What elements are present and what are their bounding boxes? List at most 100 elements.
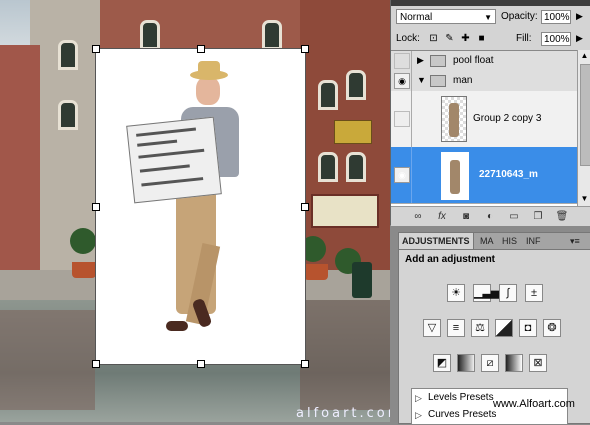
- window: [318, 152, 338, 182]
- layers-scrollbar[interactable]: ▲ ▼: [577, 50, 590, 206]
- fx-icon[interactable]: fx: [435, 210, 449, 223]
- planter: [304, 264, 328, 280]
- lock-position-icon[interactable]: ✚: [460, 33, 471, 44]
- layers-tab-bar[interactable]: [391, 0, 590, 6]
- shop-sign: [334, 120, 372, 144]
- tab-info[interactable]: INF: [523, 233, 544, 249]
- esser-bros-sign: [311, 194, 379, 228]
- channel-mixer-icon[interactable]: ❂: [543, 319, 561, 337]
- blend-row: Normal ▼ Opacity: 100% ▶: [396, 9, 590, 27]
- exposure-icon[interactable]: ±: [525, 284, 543, 302]
- layers-list: ▶ pool float ◉ ▼ man Group 2 copy 3 ◉ 22…: [391, 50, 577, 207]
- window: [58, 40, 78, 70]
- window: [346, 152, 366, 182]
- adjustments-panel: ADJUSTMENTS MA HIS INF ▾≡ Add an adjustm…: [398, 232, 590, 425]
- transform-handle[interactable]: [301, 203, 309, 211]
- link-icon[interactable]: ∞: [411, 210, 425, 223]
- levels-icon[interactable]: ▁▃▅: [473, 284, 499, 302]
- man-head: [196, 77, 220, 105]
- layer-name: pool float: [453, 55, 494, 66]
- layer-thumbnail: [441, 96, 467, 142]
- lock-label: Lock:: [396, 33, 420, 44]
- adjustments-tab-bar: ADJUSTMENTS MA HIS INF ▾≡: [399, 233, 590, 250]
- folder-icon: [430, 55, 446, 67]
- canvas-watermark: alfoart.com: [296, 406, 390, 421]
- fill-slider-arrow-icon[interactable]: ▶: [576, 33, 583, 44]
- man-photo-layer[interactable]: [92, 45, 309, 368]
- blend-mode-select[interactable]: Normal ▼: [396, 9, 496, 24]
- window: [346, 70, 366, 100]
- chevron-down-icon: ▼: [484, 13, 492, 22]
- expand-arrow-icon[interactable]: ▶: [417, 55, 424, 66]
- layer-row-man[interactable]: ◉ ▼ man: [391, 71, 577, 92]
- expand-arrow-icon[interactable]: ▷: [415, 407, 422, 423]
- transform-handle[interactable]: [197, 45, 205, 53]
- layer-name: Group 2 copy 3: [473, 113, 542, 124]
- layer-row-22710643-m[interactable]: ◉ 22710643_m: [391, 147, 577, 204]
- posterize-icon[interactable]: [457, 354, 475, 372]
- scroll-up-icon[interactable]: ▲: [579, 51, 590, 61]
- eye-icon[interactable]: ◉: [394, 167, 410, 183]
- shrub: [70, 228, 96, 254]
- layer-row-pool-float[interactable]: ▶ pool float: [391, 51, 577, 72]
- layer-thumbnail: [441, 152, 469, 200]
- layers-footer: ∞ fx ◙ ◐ ▭ ❐ 🗑: [391, 206, 590, 226]
- tab-masks[interactable]: MA: [477, 233, 497, 249]
- transform-handle[interactable]: [301, 45, 309, 53]
- new-group-icon[interactable]: ▭: [507, 210, 521, 223]
- tab-history[interactable]: HIS: [499, 233, 520, 249]
- blend-mode-value: Normal: [400, 12, 433, 23]
- visibility-toggle-empty[interactable]: [394, 111, 410, 127]
- trash-icon[interactable]: 🗑: [555, 210, 569, 223]
- opacity-slider-arrow-icon[interactable]: ▶: [576, 11, 583, 22]
- preset-label: Curves Presets: [428, 409, 497, 420]
- curves-icon[interactable]: ∫: [499, 284, 517, 302]
- adjustment-layer-icon[interactable]: ◐: [483, 210, 497, 223]
- window: [262, 20, 282, 50]
- scroll-thumb[interactable]: [580, 64, 590, 166]
- visibility-toggle-empty[interactable]: [394, 53, 410, 69]
- window: [318, 80, 338, 110]
- lock-all-icon[interactable]: ■: [476, 33, 487, 44]
- panel-menu-icon[interactable]: ▾≡: [567, 233, 583, 249]
- lock-brush-icon[interactable]: ✎: [444, 33, 455, 44]
- transform-handle[interactable]: [197, 360, 205, 368]
- tab-adjustments[interactable]: ADJUSTMENTS: [399, 233, 474, 249]
- layer-row-group-2-copy-3[interactable]: Group 2 copy 3: [391, 91, 577, 148]
- fill-input[interactable]: 100%: [541, 32, 571, 46]
- lock-row: Lock: ⊡ ✎ ✚ ■ Fill: 100% ▶: [396, 31, 590, 47]
- transform-handle[interactable]: [301, 360, 309, 368]
- eye-icon[interactable]: ◉: [394, 73, 410, 89]
- hue-saturation-icon[interactable]: ≡: [447, 319, 465, 337]
- opacity-input[interactable]: 100%: [541, 10, 571, 24]
- man-shoe: [166, 321, 188, 331]
- photo-filter-icon[interactable]: ◘: [519, 319, 537, 337]
- lock-transparent-icon[interactable]: ⊡: [428, 33, 439, 44]
- color-balance-icon[interactable]: ⚖: [471, 319, 489, 337]
- trash-can: [352, 262, 372, 298]
- gradient-map-icon[interactable]: [505, 354, 523, 372]
- transform-handle[interactable]: [92, 45, 100, 53]
- expand-arrow-icon[interactable]: ▷: [415, 390, 422, 406]
- layers-panel: Normal ▼ Opacity: 100% ▶ Lock: ⊡ ✎ ✚ ■ F…: [390, 0, 590, 226]
- folder-icon: [430, 75, 446, 87]
- collapse-arrow-icon[interactable]: ▼: [417, 75, 426, 85]
- man-hat: [198, 61, 220, 75]
- scroll-down-icon[interactable]: ▼: [579, 194, 590, 204]
- window: [140, 20, 160, 50]
- transform-handle[interactable]: [92, 203, 100, 211]
- fill-label: Fill:: [516, 33, 532, 44]
- document-canvas[interactable]: alfoart.com: [0, 0, 390, 422]
- opacity-value: 100%: [544, 12, 570, 23]
- vibrance-icon[interactable]: ▽: [423, 319, 441, 337]
- invert-icon[interactable]: ◩: [433, 354, 451, 372]
- transform-handle[interactable]: [92, 360, 100, 368]
- black-white-icon[interactable]: [495, 319, 513, 337]
- brightness-icon[interactable]: ☀: [447, 284, 465, 302]
- threshold-icon[interactable]: ⧄: [481, 354, 499, 372]
- new-layer-icon[interactable]: ❐: [531, 210, 545, 223]
- opacity-label: Opacity:: [501, 11, 538, 22]
- selective-color-icon[interactable]: ⊠: [529, 354, 547, 372]
- building-left-brick: [0, 45, 40, 275]
- mask-icon[interactable]: ◙: [459, 210, 473, 223]
